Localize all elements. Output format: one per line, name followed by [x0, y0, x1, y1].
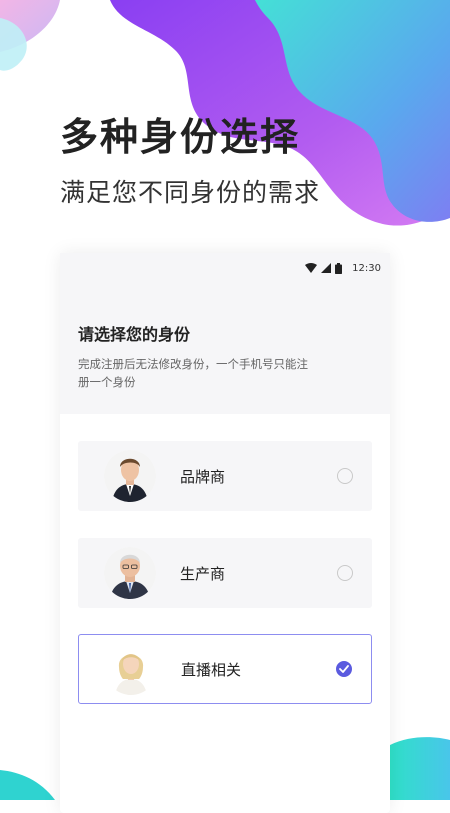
- option-brand[interactable]: 品牌商: [78, 441, 372, 511]
- signal-icon: [321, 263, 332, 273]
- older-man-with-glasses-avatar: [104, 547, 156, 599]
- option-label: 直播相关: [181, 660, 242, 679]
- man-in-suit-avatar: [104, 450, 156, 502]
- status-time: 12:30: [352, 262, 381, 274]
- identity-title: 请选择您的身份: [78, 325, 191, 344]
- radio-button-checked[interactable]: [336, 661, 352, 677]
- phone-mockup: 12:30 请选择您的身份 完成注册后无法修改身份，一个手机号只能注册一个身份 …: [60, 253, 390, 813]
- radio-button[interactable]: [337, 468, 353, 484]
- option-live-streaming[interactable]: 直播相关: [78, 634, 372, 704]
- hero-subtitle: 满足您不同身份的需求: [60, 178, 321, 207]
- wifi-icon: [305, 263, 318, 273]
- status-bar: 12:30: [60, 253, 390, 283]
- hero-section: 多种身份选择 满足您不同身份的需求: [60, 112, 320, 210]
- radio-button[interactable]: [337, 565, 353, 581]
- bottom-right-blob: [390, 737, 450, 800]
- blonde-woman-avatar: [105, 643, 157, 695]
- battery-icon: [335, 262, 343, 274]
- option-label: 生产商: [180, 564, 226, 583]
- identity-description: 完成注册后无法修改身份，一个手机号只能注册一个身份: [78, 357, 308, 389]
- hero-title: 多种身份选择: [60, 115, 301, 159]
- option-label: 品牌商: [180, 467, 226, 486]
- option-manufacturer[interactable]: 生产商: [78, 538, 372, 608]
- identity-header: 请选择您的身份 完成注册后无法修改身份，一个手机号只能注册一个身份: [60, 283, 390, 414]
- bottom-left-blob: [0, 770, 55, 800]
- check-icon: [339, 665, 349, 673]
